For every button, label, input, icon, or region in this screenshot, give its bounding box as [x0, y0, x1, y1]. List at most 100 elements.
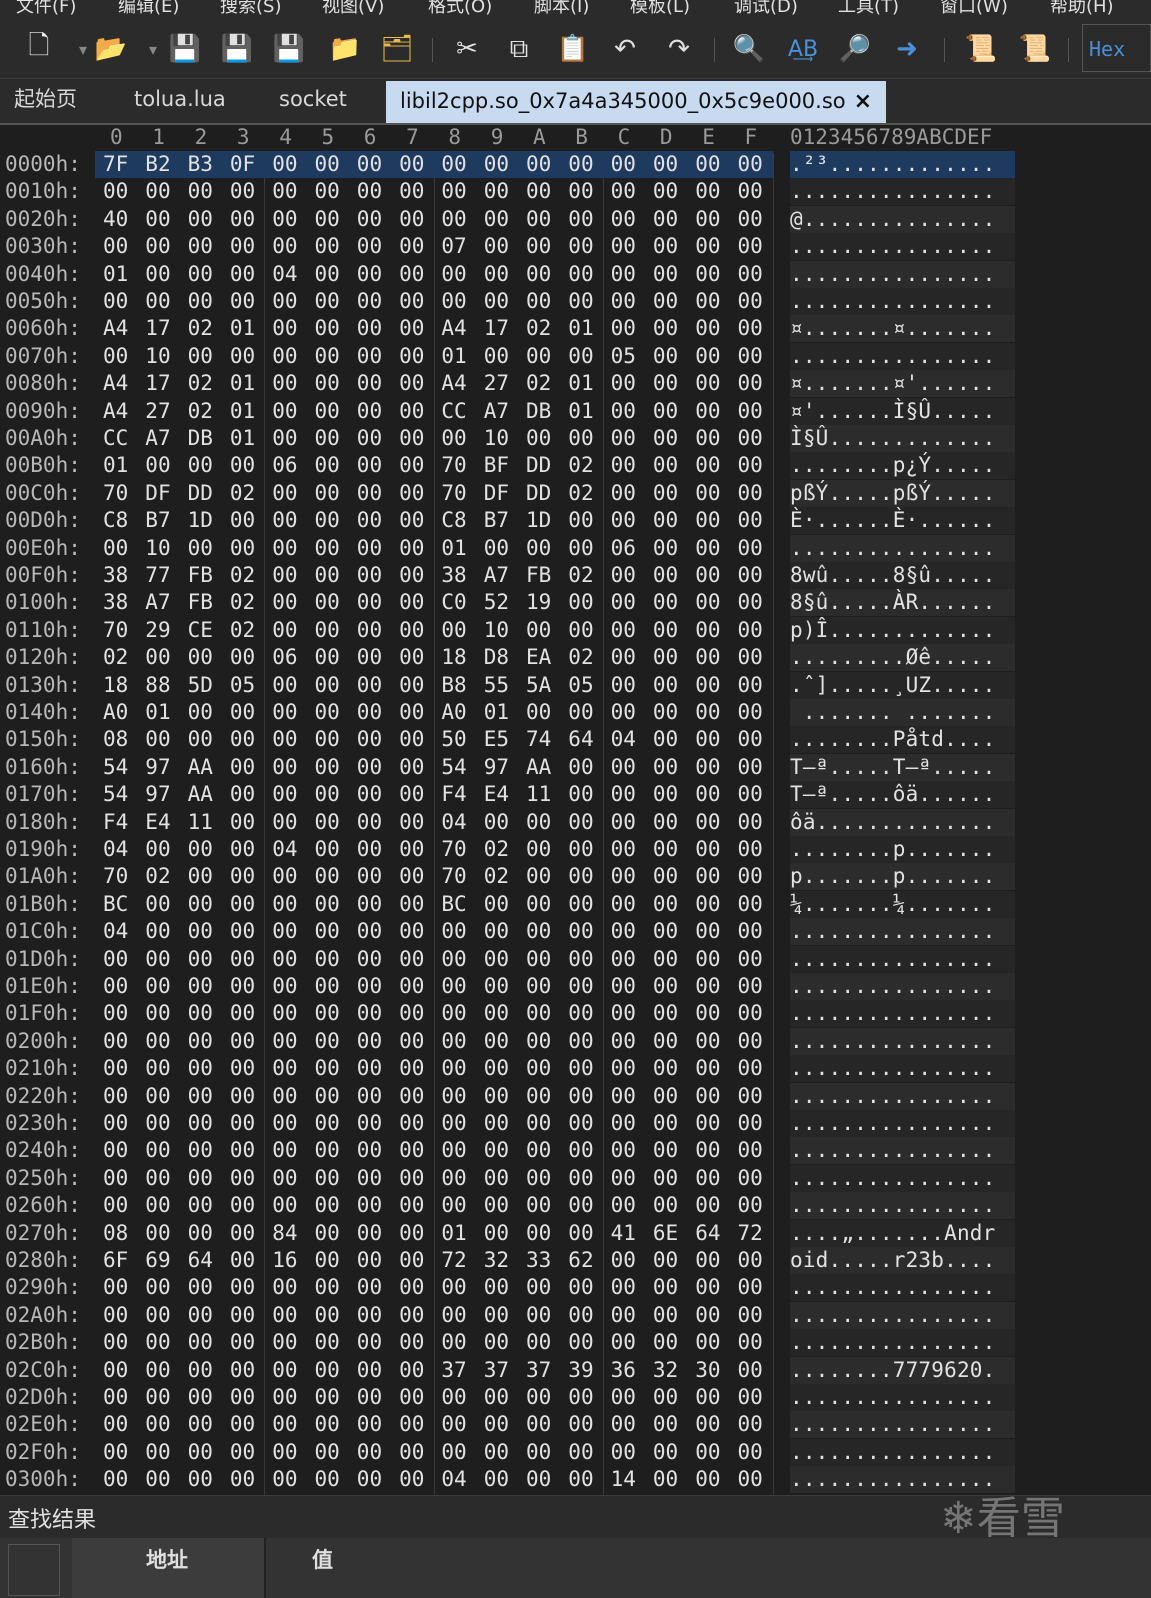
hex-byte[interactable]: 00 — [695, 1028, 720, 1055]
hex-byte[interactable]: 00 — [272, 1137, 297, 1164]
hex-byte[interactable]: 00 — [145, 1192, 170, 1219]
hex-byte[interactable]: 00 — [568, 1466, 593, 1493]
hex-byte[interactable]: 00 — [653, 891, 678, 918]
hex-byte[interactable]: 02 — [230, 617, 255, 644]
hex-byte[interactable]: 00 — [230, 261, 255, 288]
hex-byte[interactable]: 00 — [526, 233, 551, 260]
hex-byte[interactable]: 00 — [145, 1220, 170, 1247]
hex-byte[interactable]: EA — [526, 644, 551, 671]
hex-byte[interactable]: 00 — [315, 1329, 340, 1356]
hex-byte[interactable]: AA — [526, 754, 551, 781]
hex-byte[interactable]: 00 — [653, 398, 678, 425]
hex-byte[interactable]: 00 — [611, 1247, 636, 1274]
hex-byte[interactable]: 02 — [188, 398, 213, 425]
find-icon[interactable]: 🔍 — [730, 30, 768, 68]
hex-byte[interactable]: DD — [526, 452, 551, 479]
hex-byte[interactable]: 00 — [441, 973, 466, 1000]
hex-byte[interactable]: 00 — [315, 425, 340, 452]
hex-byte[interactable]: 37 — [484, 1357, 509, 1384]
run-template-icon[interactable]: 📜 — [1016, 30, 1054, 68]
hex-byte[interactable]: 00 — [611, 1055, 636, 1082]
hex-byte[interactable]: 38 — [103, 589, 128, 616]
menu-item[interactable]: 调试(D) — [734, 0, 798, 18]
hex-byte[interactable]: 00 — [738, 1439, 763, 1466]
hex-byte[interactable]: 30 — [695, 1357, 720, 1384]
hex-byte[interactable]: 00 — [188, 178, 213, 205]
hex-byte[interactable]: 00 — [484, 918, 509, 945]
hex-byte[interactable]: 00 — [695, 233, 720, 260]
hex-byte[interactable]: 00 — [484, 1466, 509, 1493]
hex-byte[interactable]: 00 — [103, 1274, 128, 1301]
hex-byte[interactable]: 00 — [145, 1384, 170, 1411]
hex-byte[interactable]: 00 — [526, 1302, 551, 1329]
hex-byte[interactable]: 00 — [315, 891, 340, 918]
hex-byte[interactable]: 00 — [399, 863, 424, 890]
hex-byte[interactable]: 02 — [484, 863, 509, 890]
tab-tolua-lua[interactable]: tolua.lua — [134, 79, 226, 123]
hex-byte[interactable]: 00 — [441, 946, 466, 973]
hex-byte[interactable]: 06 — [611, 535, 636, 562]
hex-row[interactable]: 00A0h: CC A7 DB 01 00 00 00 00 00 10 00 00 00 00 00 00 Ì§… — [0, 425, 1151, 452]
hex-byte[interactable]: 00 — [568, 1192, 593, 1219]
ascii-text[interactable]: p.......p....... — [790, 863, 996, 890]
hex-byte[interactable]: 00 — [272, 891, 297, 918]
hex-byte[interactable]: 00 — [526, 1165, 551, 1192]
hex-byte[interactable]: 0F — [230, 151, 255, 178]
hex-byte[interactable]: 00 — [441, 178, 466, 205]
hex-byte[interactable]: 00 — [484, 1302, 509, 1329]
hex-byte[interactable]: 00 — [315, 1439, 340, 1466]
hex-byte[interactable]: 00 — [103, 946, 128, 973]
hex-byte[interactable]: 00 — [611, 1083, 636, 1110]
hex-byte[interactable]: 00 — [738, 1165, 763, 1192]
hex-byte[interactable]: 00 — [695, 178, 720, 205]
hex-byte[interactable]: 00 — [441, 1165, 466, 1192]
hex-byte[interactable]: 00 — [611, 1274, 636, 1301]
hex-byte[interactable]: 00 — [441, 1000, 466, 1027]
hex-byte[interactable]: 00 — [230, 178, 255, 205]
ascii-text[interactable]: ................ — [790, 1329, 996, 1356]
hex-row[interactable]: 00B0h: 01 00 00 00 06 00 00 00 70 BF DD 02 00 00 00 00..… — [0, 452, 1151, 480]
hex-byte[interactable]: 00 — [188, 836, 213, 863]
hex-byte[interactable]: 02 — [230, 480, 255, 507]
hex-byte[interactable]: 02 — [568, 644, 593, 671]
hex-byte[interactable]: 00 — [568, 343, 593, 370]
hex-byte[interactable]: 11 — [526, 781, 551, 808]
hex-byte[interactable]: 00 — [399, 562, 424, 589]
hex-byte[interactable]: 72 — [441, 1247, 466, 1274]
new-file-icon[interactable]: 🗋 — [20, 30, 58, 68]
hex-byte[interactable]: 00 — [357, 1192, 382, 1219]
hex-byte[interactable]: 00 — [653, 973, 678, 1000]
hex-byte[interactable]: 01 — [103, 261, 128, 288]
hex-byte[interactable]: AA — [188, 781, 213, 808]
hex-byte[interactable]: A4 — [103, 398, 128, 425]
hex-byte[interactable]: 00 — [399, 425, 424, 452]
hex-byte[interactable]: 00 — [695, 1000, 720, 1027]
hex-byte[interactable]: 17 — [145, 370, 170, 397]
hex-byte[interactable]: 00 — [315, 1220, 340, 1247]
hex-byte[interactable]: 00 — [484, 1439, 509, 1466]
hex-byte[interactable]: 00 — [441, 261, 466, 288]
hex-byte[interactable]: 00 — [653, 1274, 678, 1301]
hex-byte[interactable]: 00 — [357, 206, 382, 233]
hex-row[interactable]: 0020h: 40 00 00 00 00 00 00 00 00 00 00 00 00 00 00 00 @.… — [0, 205, 1151, 233]
hex-byte[interactable]: 10 — [484, 617, 509, 644]
hex-byte[interactable]: 00 — [526, 1055, 551, 1082]
hex-byte[interactable]: 00 — [695, 1384, 720, 1411]
ascii-text[interactable]: ôä.............. — [790, 809, 996, 836]
hex-byte[interactable]: 00 — [399, 1192, 424, 1219]
replace-icon[interactable]: A͢B — [784, 30, 822, 68]
hex-byte[interactable]: 70 — [441, 452, 466, 479]
hex-byte[interactable]: 00 — [230, 863, 255, 890]
hex-byte[interactable]: 00 — [399, 370, 424, 397]
hex-byte[interactable]: 00 — [484, 1137, 509, 1164]
hex-byte[interactable]: 00 — [695, 151, 720, 178]
hex-byte[interactable]: 00 — [103, 1384, 128, 1411]
ascii-text[interactable]: ................ — [790, 946, 996, 973]
hex-row[interactable]: 0060h: A4 17 02 01 00 00 00 00 A4 17 02 01 00 00 00 00 ¤.… — [0, 315, 1151, 343]
hex-byte[interactable]: 00 — [357, 1384, 382, 1411]
hex-byte[interactable]: 00 — [272, 535, 297, 562]
hex-byte[interactable]: 00 — [399, 781, 424, 808]
hex-byte[interactable]: 00 — [188, 1274, 213, 1301]
hex-byte[interactable]: 00 — [188, 1411, 213, 1438]
hex-byte[interactable]: 00 — [399, 1000, 424, 1027]
